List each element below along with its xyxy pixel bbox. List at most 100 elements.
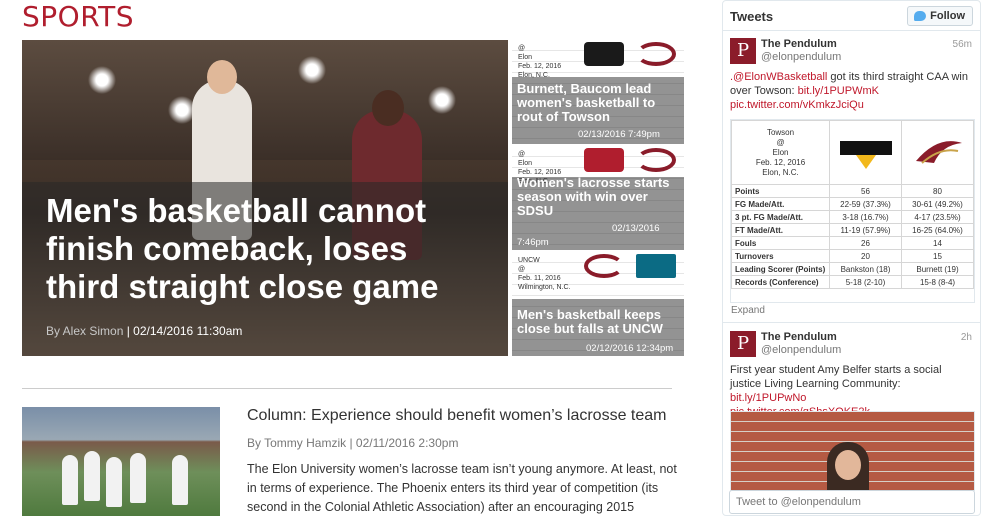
stats-label: Records (Conference)	[731, 275, 830, 289]
elon-logo-cell	[901, 120, 974, 185]
stat-line: @	[518, 266, 526, 273]
stat-line: @	[518, 45, 526, 52]
side-story-title[interactable]: Men's basketball keeps close but falls a…	[517, 308, 681, 336]
stats-value: 15	[901, 249, 974, 263]
side-story-date: 02/13/2016	[612, 223, 660, 234]
stats-value: 16-25 (64.0%)	[901, 223, 974, 237]
tweet-time[interactable]: 2h	[961, 332, 972, 343]
stats-value: 80	[901, 184, 974, 198]
matchup-line: @	[776, 137, 785, 147]
side-story-date: 02/13/2016 7:49pm	[578, 129, 660, 140]
side-story-title[interactable]: Burnett, Baucom lead women's basketball …	[517, 82, 681, 124]
tweet-link[interactable]: bit.ly/1PUPWmK	[798, 85, 879, 97]
article-title[interactable]: Column: Experience should benefit women’…	[247, 407, 666, 425]
hero-story[interactable]: Men's basketball cannot finish comeback,…	[22, 40, 508, 356]
stats-row: Records (Conference) 5-18 (2-10) 15-8 (8-4…	[731, 275, 974, 289]
hero-headline[interactable]: Men's basketball cannot finish comeback,…	[46, 192, 486, 306]
stat-line: UNCW	[518, 257, 540, 264]
stats-value: 22-59 (37.3%)	[829, 197, 902, 211]
stats-value: 20	[829, 249, 902, 263]
stat-header: UNCW @ Feb. 11, 2016 Wilmington, N.C.	[518, 256, 571, 292]
twitter-widget: Tweets Follow P The Pendulum @elonpendul…	[722, 0, 981, 516]
stat-header: @ Elon Feb. 12, 2016 Elon, N.C.	[518, 44, 561, 80]
towson-tiger-logo	[839, 140, 892, 169]
tweet-author-handle[interactable]: @elonpendulum	[761, 344, 841, 356]
follow-label: Follow	[930, 10, 965, 22]
tweet-author-name[interactable]: The Pendulum	[761, 38, 837, 50]
side-story-1[interactable]: @ Elon Feb. 12, 2016 Elon, N.C. Burnett,…	[512, 40, 684, 144]
tweet-author-handle[interactable]: @elonpendulum	[761, 51, 841, 63]
stats-matchup: Towson @ Elon Feb. 12, 2016 Elon, N.C.	[731, 120, 830, 185]
tweet-media-stats-table[interactable]: Towson @ Elon Feb. 12, 2016 Elon, N.C. P…	[730, 119, 975, 303]
article-byline: By Tommy Hamzik | 02/11/2016 2:30pm	[247, 436, 459, 450]
stats-value: 30-61 (49.2%)	[901, 197, 974, 211]
matchup-line: Elon	[772, 147, 789, 157]
player-figure	[106, 457, 122, 507]
section-title: SPORTS	[22, 0, 134, 33]
elon-logo	[584, 254, 624, 278]
side-story-3[interactable]: UNCW @ Feb. 11, 2016 Wilmington, N.C. Me…	[512, 252, 684, 356]
expand-link[interactable]: Expand	[731, 305, 765, 316]
stats-label: 3 pt. FG Made/Att.	[731, 210, 830, 224]
follow-button[interactable]: Follow	[907, 6, 973, 26]
stat-line: Elon	[518, 54, 533, 61]
tweet-author-name[interactable]: The Pendulum	[761, 331, 837, 343]
stats-row: FG Made/Att. 22-59 (37.3%) 30-61 (49.2%)	[731, 197, 974, 211]
stats-label: Fouls	[731, 236, 830, 250]
side-story-2[interactable]: @ Elon Feb. 12, 2016 Elon, N.C. Women's …	[512, 146, 684, 250]
stats-row: Turnovers 20 15	[731, 249, 974, 263]
divider	[22, 388, 672, 389]
elon-logo	[636, 42, 676, 66]
towson-logo-cell	[829, 120, 902, 185]
twitter-header: Tweets Follow	[723, 1, 980, 31]
matchup-line: Elon, N.C.	[762, 167, 799, 177]
mention-link[interactable]: .@ElonWBasketball	[730, 71, 827, 83]
stats-row: Points 56 80	[731, 184, 974, 198]
player-figure	[172, 455, 188, 505]
tweet-link[interactable]: bit.ly/1PUPwNo	[730, 392, 806, 404]
avatar[interactable]: P	[730, 38, 756, 64]
sdsu-logo	[584, 148, 624, 172]
tweet-text: .@ElonWBasketball got its third straight…	[730, 70, 972, 112]
towson-logo	[584, 42, 624, 66]
elon-phoenix-logo	[915, 140, 962, 164]
stats-value: 26	[829, 236, 902, 250]
hero-author[interactable]: By Alex Simon	[46, 324, 123, 338]
player-head	[207, 60, 237, 94]
stats-label: Leading Scorer (Points)	[731, 262, 830, 276]
stats-value: 11-19 (57.9%)	[829, 223, 902, 237]
tweet-media-photo[interactable]	[730, 411, 975, 491]
stat-line: Elon	[518, 160, 533, 167]
stats-label: FT Made/Att.	[731, 223, 830, 237]
stat-line: Feb. 12, 2016	[518, 63, 562, 70]
stats-value: 15-8 (8-4)	[901, 275, 974, 289]
side-story-title[interactable]: Women's lacrosse starts season with win …	[517, 176, 681, 218]
stat-line: Feb. 11, 2016	[518, 275, 561, 282]
hero-date: 02/14/2016 11:30am	[133, 324, 243, 338]
tweet-to-input[interactable]: Tweet to @elonpendulum	[729, 490, 975, 514]
stats-row: FT Made/Att. 11-19 (57.9%) 16-25 (64.0%)	[731, 223, 974, 237]
stats-row: Fouls 26 14	[731, 236, 974, 250]
avatar[interactable]: P	[730, 331, 756, 357]
matchup-line: Towson	[766, 127, 795, 137]
twitter-header-title: Tweets	[730, 9, 774, 24]
stats-value: 4-17 (23.5%)	[901, 210, 974, 224]
hero-photo-background	[22, 40, 508, 160]
stats-table: Towson @ Elon Feb. 12, 2016 Elon, N.C. P…	[731, 120, 974, 289]
stats-label: Points	[731, 184, 830, 198]
stat-line: Wilmington, N.C.	[518, 284, 571, 291]
stats-value: 5-18 (2-10)	[829, 275, 902, 289]
stats-value: Bankston (18)	[829, 262, 902, 276]
side-story-date: 02/12/2016 12:34pm	[586, 343, 674, 354]
stats-label: Turnovers	[731, 249, 830, 263]
tweet-separator	[723, 322, 980, 323]
stats-label: FG Made/Att.	[731, 197, 830, 211]
stats-value: 56	[829, 184, 902, 198]
stats-row: 3 pt. FG Made/Att. 3-18 (16.7%) 4-17 (23.5…	[731, 210, 974, 224]
article-thumbnail[interactable]	[22, 407, 220, 516]
stats-value: Burnett (19)	[901, 262, 974, 276]
player-figure	[62, 455, 78, 505]
hero-byline: By Alex Simon | 02/14/2016 11:30am	[46, 324, 242, 338]
tweet-time[interactable]: 56m	[953, 39, 972, 50]
tweet-pic-link[interactable]: pic.twitter.com/vKmkzJciQu	[730, 99, 864, 111]
